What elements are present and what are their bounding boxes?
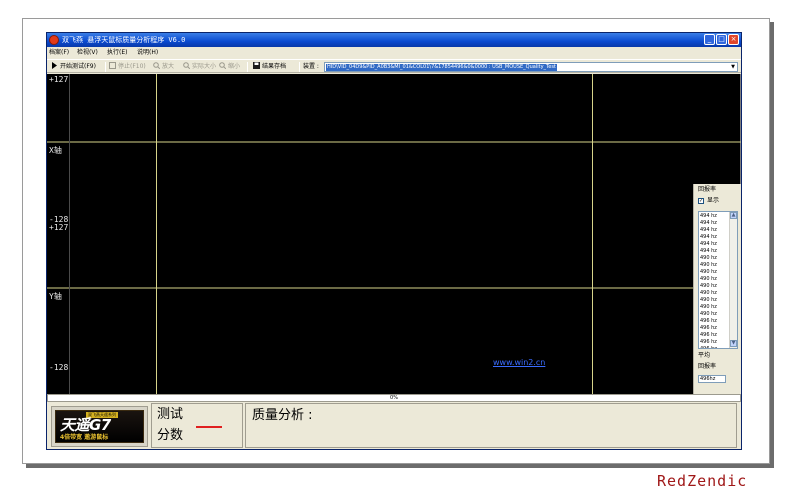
stop-test-button[interactable]: 停止(F10)	[109, 61, 146, 72]
actual-size-button[interactable]: 实际大小	[183, 61, 216, 72]
logo-sub-text: 4倍带宽 遨游鼠标	[60, 434, 109, 441]
average-label: 平均	[698, 352, 711, 359]
report-rate-item: 490 hz	[700, 269, 717, 275]
report-rate-item: 490 hz	[700, 311, 717, 317]
zoom-in-button[interactable]: 放大	[153, 61, 174, 72]
y-axis-max-label: +127	[49, 223, 69, 232]
app-window: 双飞燕 悬浮天鼠标质量分析程序 V6.0 _ □ × 档案(F) 检视(V) 执…	[46, 32, 742, 450]
photo-watermark: RedZendic	[657, 472, 748, 490]
menu-bar: 档案(F) 检视(V) 执行(E) 说明(H)	[47, 47, 741, 58]
minimize-icon[interactable]: _	[704, 34, 715, 45]
report-rate-item: 490 hz	[700, 283, 717, 289]
report-rate-items: 494 hz 494 hz 494 hz 494 hz 494 hz 494 hz 490 …	[700, 213, 717, 349]
zoom-out-button[interactable]: 缩小	[219, 61, 240, 72]
menu-file[interactable]: 档案(F)	[49, 47, 69, 58]
stop-test-label: 停止(F10)	[118, 63, 146, 70]
scroll-up-icon[interactable]: ▲	[730, 212, 737, 219]
progress-text: 0%	[390, 395, 398, 401]
toolbar-separator	[299, 62, 300, 72]
show-checkbox[interactable]: ✓	[698, 198, 704, 204]
save-result-label: 结果存档	[262, 63, 287, 70]
progress-bar: 0%	[47, 394, 741, 402]
report-rate-list[interactable]: 494 hz 494 hz 494 hz 494 hz 494 hz 494 hz 490 …	[698, 211, 738, 349]
close-icon[interactable]: ×	[728, 34, 739, 45]
magnifier-minus-icon	[219, 62, 226, 69]
report-rate-panel: 回报率 ✓ 显示 494 hz 494 hz 494 hz 494 hz 494 hz 4…	[693, 184, 741, 394]
start-test-button[interactable]: 开始测试(F9)	[51, 61, 96, 72]
product-logo-box: 双飞燕天遥系列 天遥G7 4倍带宽 遨游鼠标	[51, 406, 148, 447]
score-box: 测试 分数	[151, 403, 243, 448]
list-scrollbar[interactable]: ▲ ▼	[729, 212, 737, 348]
report-rate-item: 496 hz	[700, 332, 717, 338]
magnifier-plus-icon	[153, 62, 160, 69]
toolbar-separator	[105, 62, 106, 72]
device-select[interactable]: HID\VID_04D9&PID_A0B3&MI_01&COL01\7&1785…	[324, 62, 738, 72]
device-label: 装置 :	[303, 63, 319, 70]
watermark-link[interactable]: www.win2.cn	[493, 358, 545, 367]
report-rate-item: 494 hz	[700, 248, 717, 254]
magnifier-icon	[183, 62, 190, 69]
dropdown-arrow-icon[interactable]: ▼	[729, 63, 737, 71]
stop-icon	[109, 62, 116, 69]
score-label-score: 分数	[157, 428, 184, 443]
quality-analysis-box: 质量分析 :	[245, 403, 737, 448]
title-bar[interactable]: 双飞燕 悬浮天鼠标质量分析程序 V6.0 _ □ ×	[47, 33, 741, 47]
report-rate-item: 496 hz	[700, 346, 717, 349]
quality-analysis-label: 质量分析 :	[252, 408, 313, 423]
report-rate-item: 494 hz	[700, 213, 717, 219]
actual-size-label: 实际大小	[192, 63, 217, 70]
maximize-icon[interactable]: □	[716, 34, 727, 45]
toolbar: 开始测试(F9) 停止(F10) 放大 实际大小 缩小 结果存档 装置 : HI…	[47, 59, 741, 73]
toolbar-separator	[247, 62, 248, 72]
product-logo: 双飞燕天遥系列 天遥G7 4倍带宽 遨游鼠标	[55, 410, 144, 443]
logo-main-text: 天遥G7	[60, 416, 111, 434]
scroll-down-icon[interactable]: ▼	[730, 340, 737, 347]
floppy-disk-icon	[253, 62, 260, 69]
score-label-test: 测试	[157, 407, 184, 422]
report-rate-item: 490 hz	[700, 255, 717, 261]
zoom-out-label: 缩小	[228, 63, 241, 70]
app-icon	[49, 35, 59, 45]
window-title: 双飞燕 悬浮天鼠标质量分析程序 V6.0	[62, 36, 186, 44]
average-rate-field[interactable]: 496hz	[698, 375, 726, 383]
result-area: 双飞燕天遥系列 天遥G7 4倍带宽 遨游鼠标 测试 分数 质量分析 :	[47, 402, 741, 449]
device-select-value: HID\VID_04D9&PID_A0B3&MI_01&COL01\7&1785…	[326, 64, 557, 71]
report-rate-item: 490 hz	[700, 276, 717, 282]
zoom-in-label: 放大	[162, 63, 175, 70]
start-test-label: 开始测试(F9)	[60, 63, 96, 70]
x-axis-max-label: +127	[49, 75, 69, 84]
menu-execute[interactable]: 执行(E)	[107, 47, 127, 58]
x-axis-name-label: X轴	[49, 146, 62, 155]
play-icon	[52, 62, 57, 69]
score-value-dash	[196, 426, 222, 428]
menu-help[interactable]: 说明(H)	[137, 47, 158, 58]
report-rate-item: 494 hz	[700, 234, 717, 240]
report-rate-item: 494 hz	[700, 220, 717, 226]
report-rate-item: 490 hz	[700, 262, 717, 268]
save-result-button[interactable]: 结果存档	[253, 61, 286, 72]
report-rate-item: 494 hz	[700, 227, 717, 233]
report-rate-item: 496 hz	[700, 318, 717, 324]
report-rate-item: 490 hz	[700, 297, 717, 303]
menu-view[interactable]: 检视(V)	[77, 47, 98, 58]
movement-plot: +127 X轴 -128 +127 Y轴 -128 www.win2.cn	[47, 74, 741, 394]
report-rate-item: 496 hz	[700, 339, 717, 345]
y-axis-min-label: -128	[49, 363, 69, 372]
plot-grid	[47, 74, 741, 394]
show-checkbox-label: 显示	[707, 197, 720, 204]
report-rate-title: 回报率	[698, 186, 717, 193]
average-rate-label: 回报率	[698, 363, 717, 370]
report-rate-item: 494 hz	[700, 241, 717, 247]
report-rate-item: 490 hz	[700, 304, 717, 310]
report-rate-item: 490 hz	[700, 290, 717, 296]
report-rate-item: 496 hz	[700, 325, 717, 331]
y-axis-name-label: Y轴	[49, 292, 62, 301]
